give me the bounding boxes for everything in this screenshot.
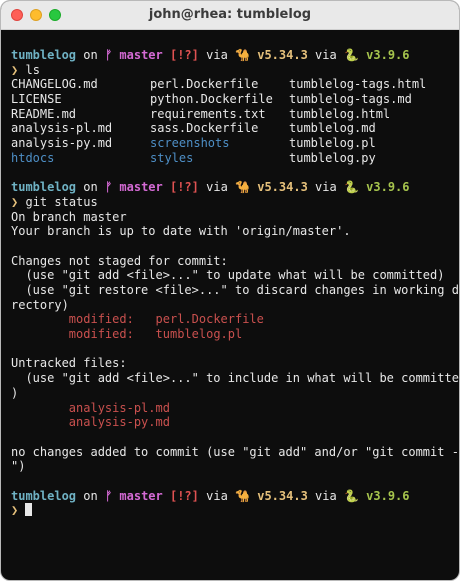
output-line: no changes added to commit (use "git add… xyxy=(11,444,460,459)
prompt-git-status: [!?] xyxy=(169,488,199,503)
command-text: ls xyxy=(25,62,40,77)
ls-entry: CHANGELOG.md xyxy=(11,77,98,92)
modified-file: perl.Dockerfile xyxy=(155,312,264,327)
ls-row: LICENSE python.Dockerfile tumblelog-tags.m… xyxy=(11,92,459,107)
ls-entry: analysis-py.md xyxy=(11,136,113,151)
snake-icon: 🐍 xyxy=(343,180,359,195)
command-text: git status xyxy=(25,194,98,209)
output-line: (use "git add <file>..." to update what … xyxy=(11,268,445,283)
untracked-file: analysis-pl.md xyxy=(68,400,170,415)
ls-entry: LICENSE xyxy=(11,92,62,107)
prompt-dir: tumblelog xyxy=(11,488,77,503)
untracked-file-line: analysis-py.md xyxy=(11,415,459,430)
ls-dir-entry: styles xyxy=(150,150,194,165)
branch-icon: ᚠ xyxy=(104,488,113,503)
prompt-chevron: ❯ xyxy=(11,62,19,77)
ls-row: README.md requirements.txt tumblelog.html xyxy=(11,107,459,122)
ls-row: analysis-pl.md sass.Dockerfile tumblelog.m… xyxy=(11,121,459,136)
modified-file-line: modified: tumblelog.pl xyxy=(11,327,459,342)
output-line: Untracked files: xyxy=(11,356,127,371)
prompt-branch: master xyxy=(119,488,163,503)
output-line: ") xyxy=(11,459,26,474)
camel-icon: 🐪 xyxy=(235,48,250,62)
ls-entry: tumblelog-tags.html xyxy=(289,77,427,92)
ls-entry: tumblelog-tags.md xyxy=(289,92,412,107)
prompt-on: on xyxy=(83,180,98,195)
ls-entry: requirements.txt xyxy=(150,106,266,121)
prompt-via: via xyxy=(315,180,337,195)
perl-version: v5.34.3 xyxy=(257,488,308,503)
prompt-git-status: [!?] xyxy=(169,48,199,62)
command-line: ❯ xyxy=(11,503,459,518)
ls-entry: perl.Dockerfile xyxy=(150,77,259,92)
terminal-output[interactable]: tumblelog on ᚠ master [!?] via 🐪 v5.34.3… xyxy=(1,30,459,518)
python-version: v3.9.6 xyxy=(366,488,410,503)
ls-entry: README.md xyxy=(11,106,77,121)
title-bar: john@rhea: tumblelog xyxy=(1,1,459,30)
prompt-line: tumblelog on ᚠ master [!?] via 🐪 v5.34.3… xyxy=(11,48,459,63)
python-version: v3.9.6 xyxy=(366,48,410,62)
text-cursor[interactable] xyxy=(25,503,33,517)
untracked-file-line: analysis-pl.md xyxy=(11,401,459,416)
ls-entry: analysis-pl.md xyxy=(11,121,113,136)
prompt-via: via xyxy=(315,488,337,503)
terminal-window: john@rhea: tumblelog tumblelog on ᚠ mast… xyxy=(0,0,460,581)
window-title: john@rhea: tumblelog xyxy=(148,7,312,22)
command-line: ❯ ls xyxy=(11,63,459,78)
modified-label: modified: xyxy=(68,312,134,327)
ls-row: analysis-py.md screenshots tumblelog.pl xyxy=(11,136,459,151)
ls-entry: tumblelog.py xyxy=(289,150,376,165)
perl-version: v5.34.3 xyxy=(257,48,308,62)
prompt-on: on xyxy=(83,48,98,62)
perl-version: v5.34.3 xyxy=(257,180,308,195)
prompt-chevron: ❯ xyxy=(11,194,19,209)
output-line: rectory) xyxy=(11,297,69,312)
modified-file-line: modified: perl.Dockerfile xyxy=(11,312,459,327)
snake-icon: 🐍 xyxy=(343,48,359,62)
ls-dir-entry: htdocs xyxy=(11,150,55,165)
output-line: Changes not staged for commit: xyxy=(11,253,228,268)
ls-row: CHANGELOG.md perl.Dockerfile tumblelog-tag… xyxy=(11,77,459,92)
prompt-chevron: ❯ xyxy=(11,503,19,518)
prompt-git-status: [!?] xyxy=(169,180,199,195)
camel-icon: 🐪 xyxy=(235,488,250,503)
prompt-line: tumblelog on ᚠ master [!?] via 🐪 v5.34.3… xyxy=(11,489,459,504)
prompt-on: on xyxy=(83,488,98,503)
untracked-file: analysis-py.md xyxy=(68,415,170,430)
ls-dir-entry: screenshots xyxy=(150,136,230,151)
camel-icon: 🐪 xyxy=(235,180,250,195)
python-version: v3.9.6 xyxy=(366,180,410,195)
ls-entry: python.Dockerfile xyxy=(150,92,273,107)
ls-entry: tumblelog.html xyxy=(289,106,391,121)
ls-entry: tumblelog.pl xyxy=(289,136,376,151)
command-line: ❯ git status xyxy=(11,195,459,210)
branch-icon: ᚠ xyxy=(104,48,113,62)
output-line: (use "git add <file>..." to include in w… xyxy=(11,371,460,386)
snake-icon: 🐍 xyxy=(343,488,359,503)
output-line: (use "git restore <file>..." to discard … xyxy=(11,283,460,297)
modified-file: tumblelog.pl xyxy=(155,327,243,342)
modified-label: modified: xyxy=(68,327,134,342)
prompt-line: tumblelog on ᚠ master [!?] via 🐪 v5.34.3… xyxy=(11,180,459,195)
prompt-via: via xyxy=(206,180,228,195)
prompt-via: via xyxy=(206,48,228,62)
prompt-dir: tumblelog xyxy=(11,180,77,195)
ls-entry: tumblelog.md xyxy=(289,121,376,136)
prompt-via: via xyxy=(206,488,228,503)
output-line: ) xyxy=(11,385,19,400)
prompt-dir: tumblelog xyxy=(11,48,77,62)
prompt-branch: master xyxy=(119,180,163,195)
prompt-branch: master xyxy=(119,48,163,62)
branch-icon: ᚠ xyxy=(104,180,113,195)
prompt-via: via xyxy=(315,48,337,62)
output-line: Your branch is up to date with 'origin/m… xyxy=(11,224,351,239)
ls-row: htdocs styles tumblelog.py xyxy=(11,151,459,166)
output-line: On branch master xyxy=(11,209,127,224)
ls-entry: sass.Dockerfile xyxy=(150,121,259,136)
